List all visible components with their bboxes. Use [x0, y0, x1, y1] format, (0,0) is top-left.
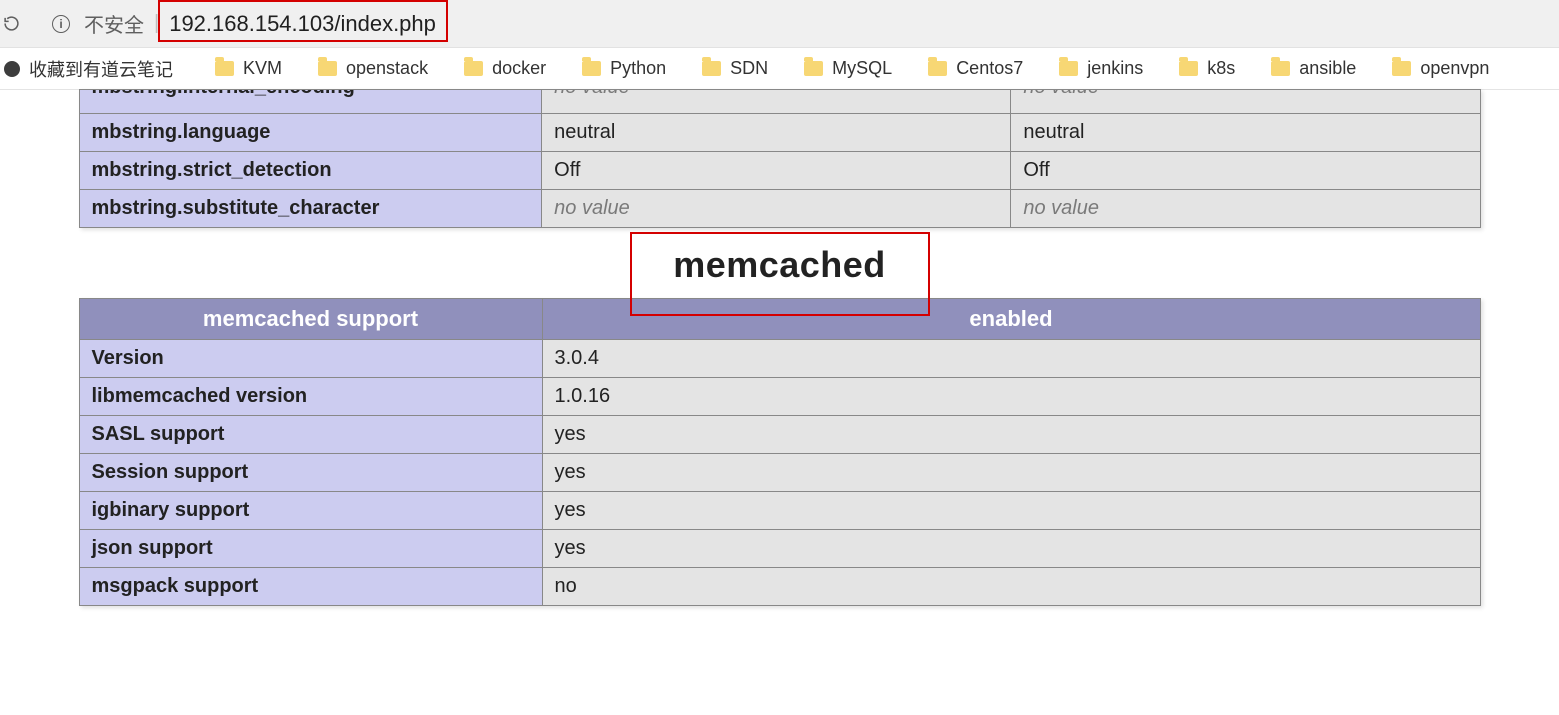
security-status: 不安全 [84, 9, 144, 38]
table-row: libmemcached version1.0.16 [79, 378, 1480, 416]
directive-local: no value [542, 190, 1011, 228]
table-row: json supportyes [79, 530, 1480, 568]
bookmark-folder[interactable]: openstack [300, 54, 446, 83]
bookmark-label: ansible [1299, 58, 1356, 79]
bookmark-favicon [4, 61, 20, 77]
bookmark-label: openvpn [1420, 58, 1489, 79]
directive-name: mbstring.substitute_character [79, 190, 542, 228]
property-name: igbinary support [79, 492, 542, 530]
bookmark-label: KVM [243, 58, 282, 79]
bookmark-label: Python [610, 58, 666, 79]
table-row: mbstring.substitute_characterno valueno … [79, 190, 1480, 228]
bookmark-folder[interactable]: Python [564, 54, 684, 83]
bookmark-label: k8s [1207, 58, 1235, 79]
separator: | [154, 12, 159, 35]
bookmark-label: SDN [730, 58, 768, 79]
property-value: no [542, 568, 1480, 606]
directive-local: neutral [542, 114, 1011, 152]
bookmark-folder[interactable]: ansible [1253, 54, 1374, 83]
directive-name: mbstring.internal_encoding [92, 90, 355, 99]
bookmark-folder[interactable]: Centos7 [910, 54, 1041, 83]
property-name: msgpack support [79, 568, 542, 606]
table-header-row: memcached support enabled [79, 299, 1480, 340]
bookmark-folder[interactable]: docker [446, 54, 564, 83]
bookmark-youdao[interactable]: 收藏到有道云笔记 [4, 52, 197, 86]
property-value: 3.0.4 [542, 340, 1480, 378]
bookmark-label: 收藏到有道云笔记 [29, 56, 173, 82]
folder-icon [1271, 61, 1290, 76]
folder-icon [702, 61, 721, 76]
header-enabled: enabled [542, 299, 1480, 340]
table-row: mbstring.internal_encoding no value no v… [79, 90, 1480, 114]
table-row: igbinary supportyes [79, 492, 1480, 530]
folder-icon [582, 61, 601, 76]
mbstring-table: mbstring.internal_encoding no value no v… [79, 89, 1481, 228]
directive-local: Off [542, 152, 1011, 190]
property-name: json support [79, 530, 542, 568]
reload-button[interactable] [0, 15, 20, 32]
table-row: Version3.0.4 [79, 340, 1480, 378]
bookmark-label: Centos7 [956, 58, 1023, 79]
folder-icon [1179, 61, 1198, 76]
section-heading-wrapper: memcached [79, 244, 1481, 286]
folder-icon [215, 61, 234, 76]
bookmark-folder[interactable]: KVM [197, 54, 300, 83]
browser-address-bar: i 不安全 | 192.168.154.103/index.php [0, 0, 1559, 48]
bookmark-folder[interactable]: openvpn [1374, 54, 1507, 83]
folder-icon [928, 61, 947, 76]
property-value: yes [542, 416, 1480, 454]
folder-icon [804, 61, 823, 76]
table-row: mbstring.strict_detectionOffOff [79, 152, 1480, 190]
table-row: msgpack supportno [79, 568, 1480, 606]
directive-master: no value [1023, 90, 1099, 99]
table-row: mbstring.languageneutralneutral [79, 114, 1480, 152]
property-name: SASL support [79, 416, 542, 454]
url-text[interactable]: 192.168.154.103/index.php [169, 11, 436, 37]
property-value: yes [542, 492, 1480, 530]
property-name: libmemcached version [79, 378, 542, 416]
bookmark-folder[interactable]: SDN [684, 54, 786, 83]
header-support: memcached support [79, 299, 542, 340]
property-name: Session support [79, 454, 542, 492]
folder-icon [1059, 61, 1078, 76]
bookmark-folder[interactable]: k8s [1161, 54, 1253, 83]
folder-icon [1392, 61, 1411, 76]
property-value: 1.0.16 [542, 378, 1480, 416]
table-row: Session supportyes [79, 454, 1480, 492]
table-row: SASL supportyes [79, 416, 1480, 454]
memcached-table: memcached support enabled Version3.0.4li… [79, 298, 1481, 606]
directive-master: neutral [1011, 114, 1480, 152]
section-heading: memcached [673, 244, 886, 286]
property-value: yes [542, 530, 1480, 568]
bookmark-folder[interactable]: MySQL [786, 54, 910, 83]
directive-name: mbstring.language [79, 114, 542, 152]
bookmark-folder[interactable]: jenkins [1041, 54, 1161, 83]
directive-local: no value [554, 90, 630, 99]
property-name: Version [79, 340, 542, 378]
bookmark-label: jenkins [1087, 58, 1143, 79]
page-content: mbstring.internal_encoding no value no v… [0, 89, 1559, 606]
bookmark-label: MySQL [832, 58, 892, 79]
bookmark-label: openstack [346, 58, 428, 79]
bookmarks-bar: 收藏到有道云笔记 KVM openstack docker Python SDN MySQ… [0, 48, 1559, 90]
folder-icon [464, 61, 483, 76]
site-info-icon[interactable]: i [52, 15, 70, 33]
directive-master: no value [1011, 190, 1480, 228]
folder-icon [318, 61, 337, 76]
property-value: yes [542, 454, 1480, 492]
bookmark-label: docker [492, 58, 546, 79]
directive-name: mbstring.strict_detection [79, 152, 542, 190]
directive-master: Off [1011, 152, 1480, 190]
